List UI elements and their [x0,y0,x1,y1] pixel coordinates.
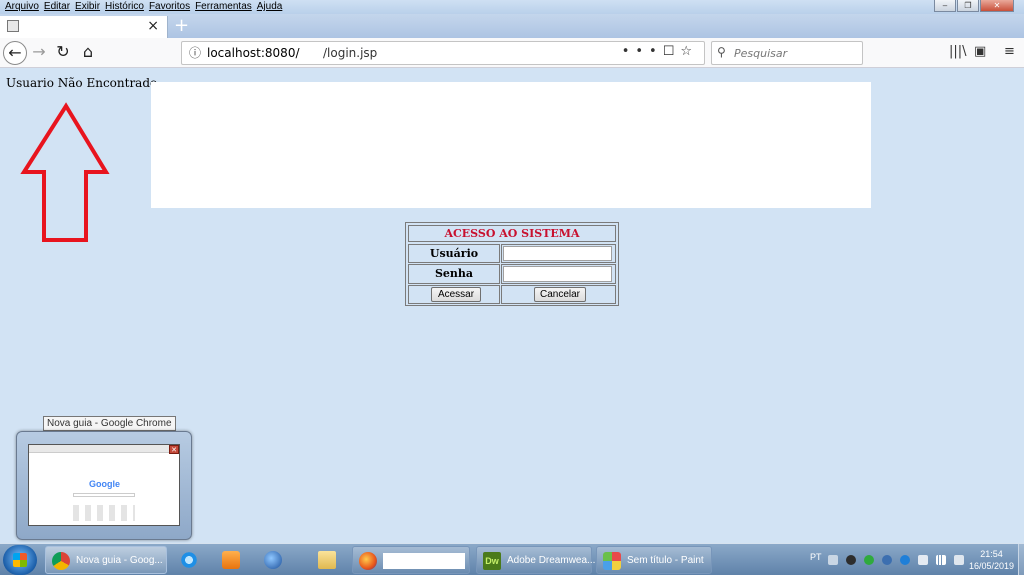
clock-date: 16/05/2019 [968,561,1014,571]
network-icon[interactable] [936,555,946,565]
reload-icon[interactable]: ↻ [51,41,75,65]
sidebar-icon[interactable]: ▣ [974,44,986,59]
thumbnail-tooltip: Nova guia - Google Chrome [43,416,176,431]
system-tray: PT 21:54 16/05/2019 [784,544,1024,575]
paint-icon [603,552,621,570]
up-arrow-icon [20,102,110,242]
dreamweaver-icon: Dw [483,552,501,570]
taskbar-item-paint[interactable]: Sem título - Paint [596,546,712,574]
taskbar-label-dreamweaver: Adobe Dreamwea... [507,555,596,566]
language-indicator[interactable]: PT [810,552,822,562]
url-bar[interactable]: ⓘ localhost:8080/ /login.jsp •••☐☆ [181,41,705,65]
redacted-label [383,553,465,569]
thumbnail-shortcuts [73,505,135,521]
keyboard-icon[interactable] [828,555,838,565]
new-tab-icon[interactable]: + [174,15,189,37]
ie-icon [180,551,198,569]
tray-app-icon[interactable] [846,555,856,565]
search-icon: ⚲ [717,45,726,59]
volume-icon[interactable] [918,555,928,565]
tab-close-icon[interactable]: × [147,18,159,34]
page-favicon-icon [7,20,19,32]
taskbar-item-explorer[interactable] [308,546,346,574]
cancelar-button[interactable]: Cancelar [534,287,586,302]
thunderbird-icon [264,551,282,569]
navigation-bar: ← → ↻ ⌂ ⓘ localhost:8080/ /login.jsp •••… [0,38,1024,68]
show-desktop-button[interactable] [1018,544,1024,575]
menu-exibir[interactable]: Exibir [75,0,100,13]
bluetooth-icon[interactable] [900,555,910,565]
chrome-thumbnail[interactable]: Google ✕ [16,431,192,540]
url-path: /login.jsp [323,46,378,60]
back-icon[interactable]: ← [3,41,27,65]
chrome-icon [52,552,70,570]
restore-icon[interactable]: ❐ [957,0,979,12]
update-icon[interactable] [882,555,892,565]
banner-area [151,82,871,208]
cancel-cell: Cancelar [501,285,616,304]
site-info-icon[interactable]: ⓘ [189,44,201,61]
sync-icon[interactable] [864,555,874,565]
user-input[interactable] [503,246,612,261]
tab-login[interactable]: × [0,16,168,38]
thumbnail-preview[interactable]: Google [28,444,180,526]
home-icon[interactable]: ⌂ [76,41,100,65]
menu-bar: Arquivo Editar Exibir Histórico Favoritos Fer… [0,0,1024,14]
login-form: ACESSO AO SISTEMA Usuário Senha Acessar … [405,222,619,306]
forward-icon[interactable]: → [27,41,51,65]
menu-ferramentas[interactable]: Ferramentas [195,0,252,13]
google-logo: Google [89,479,120,489]
user-cell [501,244,616,263]
submit-cell: Acessar [408,285,500,304]
explorer-icon [318,551,336,569]
acessar-button[interactable]: Acessar [431,287,481,302]
error-message: Usuario Não Encontrado [6,76,158,90]
search-bar[interactable]: ⚲ Pesquisar [711,41,863,65]
url-host: localhost:8080/ [207,46,300,60]
menu-favoritos[interactable]: Favoritos [149,0,190,13]
firefox-icon [359,552,377,570]
menu-icon[interactable]: ≡ [1004,44,1015,59]
thumbnail-close-icon[interactable]: ✕ [169,445,179,454]
action-center-icon[interactable] [954,555,964,565]
taskbar-label: Nova guia - Goog... [76,555,163,566]
library-icon[interactable]: |||\ [949,44,967,59]
menu-historico[interactable]: Histórico [105,0,144,13]
search-placeholder: Pesquisar [734,47,788,60]
thumbnail-toolbar [29,445,179,453]
thumbnail-search-box [73,493,135,497]
taskbar-item-thunderbird[interactable] [254,546,292,574]
password-cell [501,264,616,284]
media-player-icon [222,551,240,569]
clock[interactable]: 21:54 16/05/2019 [969,548,1014,572]
page-actions-icon[interactable]: •••☐☆ [622,44,698,59]
taskbar-item-ie[interactable] [170,546,208,574]
screen: Arquivo Editar Exibir Histórico Favoritos Fer… [0,0,1024,575]
tab-strip: × + [0,14,1024,38]
login-title: ACESSO AO SISTEMA [408,225,616,242]
close-window-icon[interactable]: ✕ [980,0,1014,12]
menu-arquivo[interactable]: Arquivo [5,0,39,13]
menu-editar[interactable]: Editar [44,0,70,13]
taskbar-item-chrome[interactable]: Nova guia - Goog... [45,546,167,574]
taskbar-item-dreamweaver[interactable]: Dw Adobe Dreamwea... [476,546,596,574]
password-input[interactable] [503,266,612,282]
taskbar: Nova guia - Goog... Dw Adobe Dreamwea...… [0,543,1024,575]
taskbar-item-media[interactable] [212,546,250,574]
user-label: Usuário [408,244,500,263]
password-label: Senha [408,264,500,284]
minimize-icon[interactable]: – [934,0,956,12]
clock-time: 21:54 [980,549,1003,559]
taskbar-label-paint: Sem título - Paint [627,555,704,566]
window-controls: – ❐ ✕ [933,0,1014,12]
start-button[interactable] [3,545,37,575]
taskbar-item-firefox[interactable] [352,546,470,574]
menu-ajuda[interactable]: Ajuda [257,0,283,13]
